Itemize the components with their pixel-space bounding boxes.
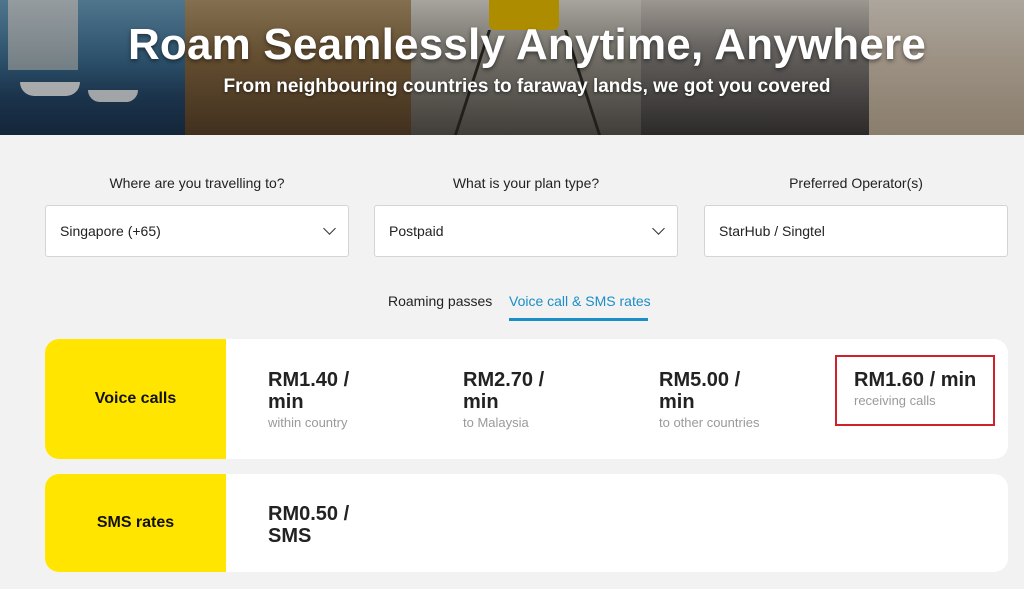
rate-description: to other countries — [659, 415, 760, 430]
rate-value: RM2.70 / — [463, 369, 545, 391]
operator-value: StarHub / Singtel — [719, 223, 825, 239]
sms-rates-card: SMS rates — [45, 474, 1008, 572]
hero-banner: Roam Seamlessly Anytime, Anywhere From n… — [0, 0, 1024, 135]
hero-title: Roam Seamlessly Anytime, Anywhere — [127, 20, 927, 69]
operator-select[interactable]: StarHub / Singtel — [704, 205, 1008, 257]
destination-value: Singapore (+65) — [60, 223, 161, 239]
destination-select[interactable]: Singapore (+65) — [45, 205, 349, 257]
tab-voice-sms-rates[interactable]: Voice call & SMS rates — [509, 293, 651, 309]
plan-type-label: What is your plan type? — [452, 175, 600, 191]
rate-value-unit: min — [659, 391, 695, 413]
plan-type-value: Postpaid — [389, 223, 444, 239]
sms-rates-title: SMS rates — [45, 474, 226, 572]
rate-value-unit: SMS — [268, 525, 312, 547]
operator-label: Preferred Operator(s) — [789, 175, 923, 191]
rate-value-unit: min — [463, 391, 499, 413]
chevron-down-icon — [323, 222, 336, 235]
rate-description: to Malaysia — [463, 415, 529, 430]
chevron-down-icon — [652, 222, 665, 235]
rate-to-other-countries: RM5.00 / min to other countries — [659, 369, 759, 430]
rate-within-country: RM1.40 / min within country — [268, 369, 349, 430]
rate-value-unit: min — [268, 391, 304, 413]
rate-value: RM0.50 / — [268, 503, 350, 525]
rate-to-malaysia: RM2.70 / min to Malaysia — [463, 369, 544, 430]
rate-sms: RM0.50 / SMS — [268, 503, 349, 547]
highlight-box — [835, 355, 995, 426]
rate-value: RM5.00 / — [659, 369, 741, 391]
plan-type-select[interactable]: Postpaid — [374, 205, 678, 257]
hero-subtitle: From neighbouring countries to faraway l… — [223, 76, 831, 97]
rate-description: within country — [268, 415, 348, 430]
active-tab-indicator — [509, 318, 648, 321]
rate-value: RM1.40 / — [268, 369, 350, 391]
tab-roaming-passes[interactable]: Roaming passes — [388, 293, 492, 309]
voice-calls-title: Voice calls — [45, 339, 226, 459]
destination-label: Where are you travelling to? — [109, 175, 285, 191]
